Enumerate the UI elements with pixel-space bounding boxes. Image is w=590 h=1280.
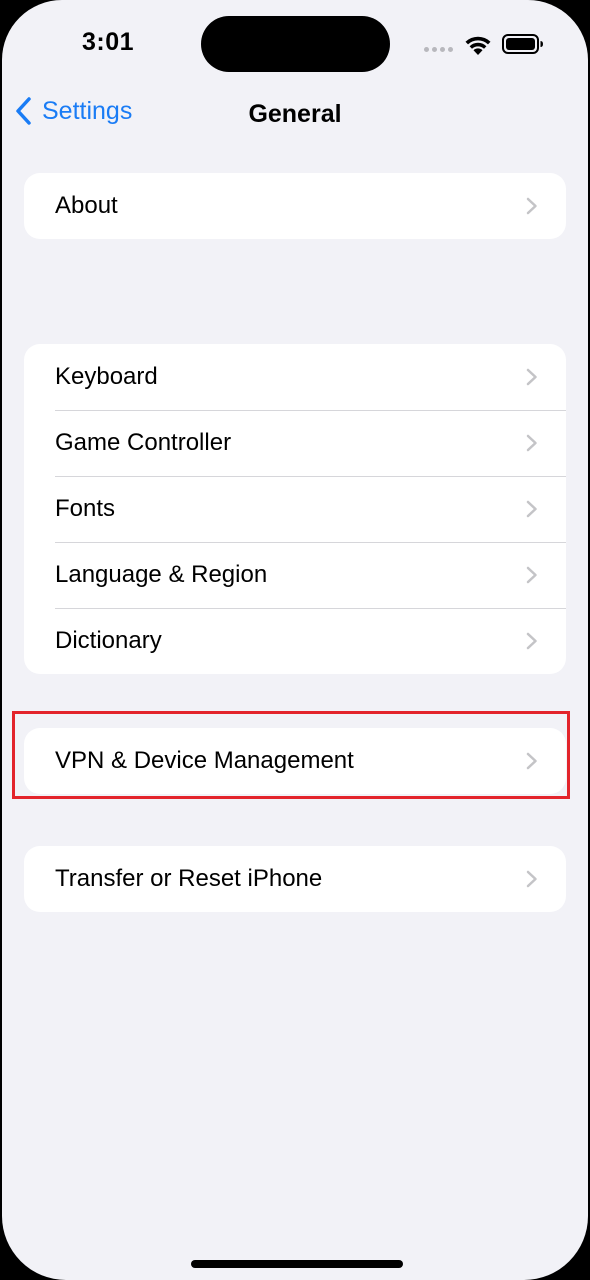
chevron-right-icon bbox=[526, 566, 537, 584]
battery-icon bbox=[502, 34, 543, 54]
list-item-dictionary[interactable]: Dictionary bbox=[24, 608, 566, 674]
list-item-label: Transfer or Reset iPhone bbox=[55, 865, 323, 892]
chevron-right-icon bbox=[526, 500, 537, 518]
phone-frame: 3:01 Settings General About Keyboard Gam… bbox=[0, 0, 590, 1280]
settings-group-input: Keyboard Game Controller Fonts Language … bbox=[24, 344, 566, 674]
chevron-right-icon bbox=[526, 434, 537, 452]
list-item-transfer-reset[interactable]: Transfer or Reset iPhone bbox=[24, 846, 566, 912]
list-item-fonts[interactable]: Fonts bbox=[24, 476, 566, 542]
list-item-label: About bbox=[55, 192, 118, 219]
settings-group-about: About bbox=[24, 173, 566, 239]
chevron-right-icon bbox=[526, 197, 537, 215]
list-item-label: Keyboard bbox=[55, 363, 158, 390]
settings-group-reset: Transfer or Reset iPhone bbox=[24, 846, 566, 912]
chevron-right-icon bbox=[526, 870, 537, 888]
page-title: General bbox=[248, 100, 342, 128]
list-item-label: Game Controller bbox=[55, 429, 232, 456]
signal-dots-icon bbox=[424, 47, 453, 52]
list-item-label: Dictionary bbox=[55, 627, 162, 654]
list-item-language-region[interactable]: Language & Region bbox=[24, 542, 566, 608]
list-item-label: Language & Region bbox=[55, 561, 268, 588]
list-item-game-controller[interactable]: Game Controller bbox=[24, 410, 566, 476]
dynamic-island bbox=[201, 16, 390, 72]
screen: 3:01 Settings General About Keyboard Gam… bbox=[2, 0, 588, 1280]
status-time: 3:01 bbox=[82, 28, 135, 56]
list-item-keyboard[interactable]: Keyboard bbox=[24, 344, 566, 410]
chevron-right-icon bbox=[526, 368, 537, 386]
highlight-box bbox=[12, 711, 570, 799]
home-indicator bbox=[191, 1260, 403, 1268]
list-item-label: Fonts bbox=[55, 495, 116, 522]
list-item-about[interactable]: About bbox=[24, 173, 566, 239]
chevron-right-icon bbox=[526, 632, 537, 650]
wifi-icon bbox=[465, 36, 491, 55]
